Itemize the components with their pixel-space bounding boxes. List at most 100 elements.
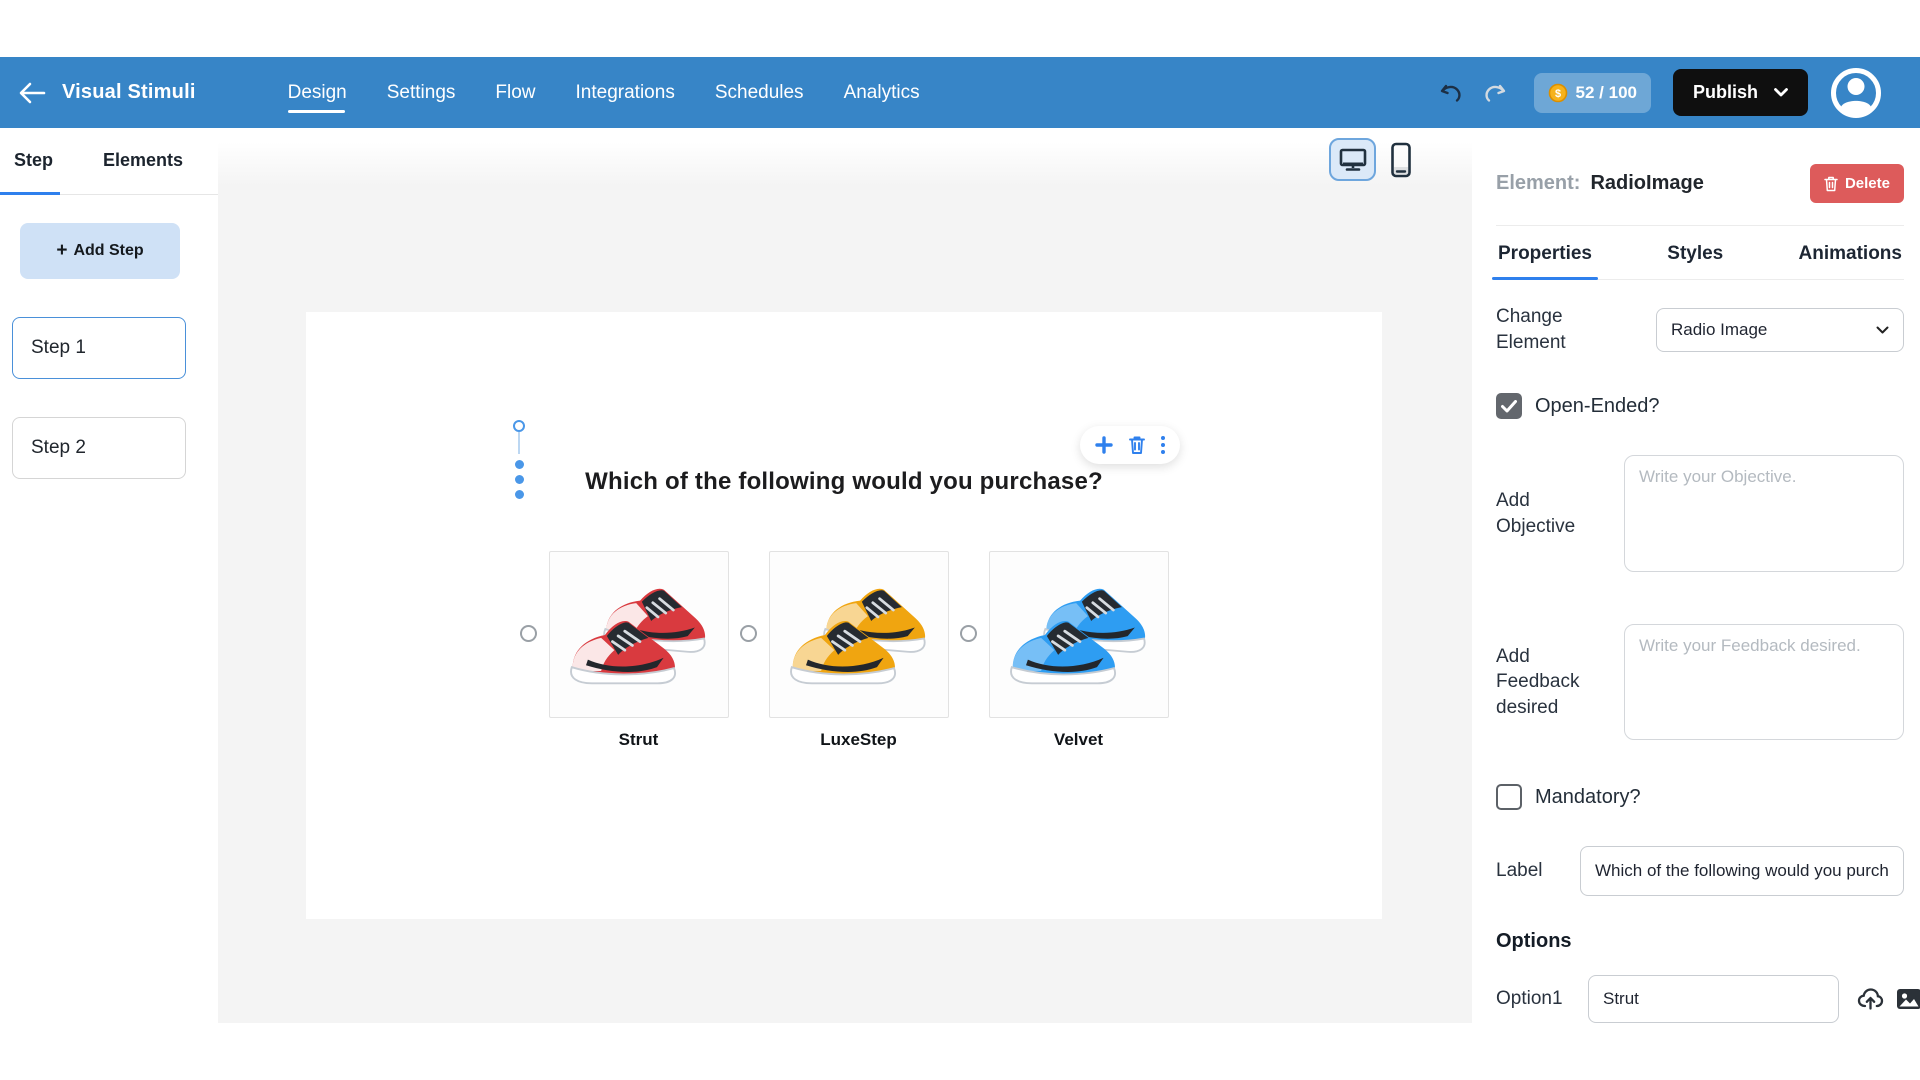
nav-item-integrations[interactable]: Integrations	[576, 82, 675, 104]
delete-button[interactable]: Delete	[1810, 164, 1904, 203]
top-white-strip	[0, 0, 1920, 57]
change-element-dropdown[interactable]: Radio Image	[1656, 308, 1904, 352]
option-label: Velvet	[1054, 730, 1103, 750]
tab-elements[interactable]: Elements	[103, 150, 183, 171]
credits-count: 52 / 100	[1576, 83, 1637, 103]
upload-image-icon[interactable]	[1857, 987, 1884, 1011]
tab-styles[interactable]: Styles	[1667, 243, 1723, 279]
add-objective-label: Add Objective	[1496, 488, 1608, 539]
open-ended-row[interactable]: Open-Ended?	[1496, 393, 1904, 419]
trash-icon	[1824, 176, 1838, 192]
option-group-strut: Strut	[520, 551, 729, 750]
drag-handle-circle	[513, 420, 525, 432]
step-2-label: Step 2	[31, 437, 86, 459]
objective-row: Add Objective	[1496, 455, 1904, 572]
chevron-down-icon	[1876, 326, 1889, 334]
add-element-icon[interactable]	[1095, 436, 1113, 454]
device-preview-toggles	[1329, 138, 1412, 181]
publish-button[interactable]: Publish	[1673, 69, 1808, 116]
panel-tabs: Properties Styles Animations	[1496, 225, 1904, 280]
label-field-label: Label	[1496, 858, 1558, 884]
sneaker-blue-illustration	[1003, 582, 1155, 688]
label-row: Label	[1496, 846, 1904, 896]
plus-icon: +	[56, 240, 67, 262]
option-group-luxestep: LuxeStep	[740, 551, 949, 750]
delete-element-icon[interactable]	[1128, 435, 1146, 455]
radio-button[interactable]	[520, 625, 537, 642]
svg-text:$: $	[1554, 88, 1560, 100]
open-ended-checkbox[interactable]	[1496, 393, 1522, 419]
steps-sidebar: Step Elements + Add Step Step 1 Step 2	[0, 128, 218, 1023]
user-avatar[interactable]	[1830, 67, 1882, 119]
mobile-preview-button[interactable]	[1390, 142, 1412, 178]
mandatory-row[interactable]: Mandatory?	[1496, 784, 1904, 810]
mandatory-label: Mandatory?	[1535, 786, 1641, 809]
question-text[interactable]: Which of the following would you purchas…	[306, 468, 1382, 496]
sidebar-tabs: Step Elements	[0, 128, 218, 195]
step-card-1[interactable]: Step 1	[12, 317, 186, 379]
add-step-label: Add Step	[73, 242, 143, 260]
options-heading: Options	[1496, 930, 1904, 953]
feedback-textarea[interactable]	[1624, 624, 1904, 740]
nav-item-design[interactable]: Design	[288, 82, 347, 104]
option-label: LuxeStep	[820, 730, 897, 750]
credits-badge[interactable]: $ 52 / 100	[1534, 73, 1651, 113]
nav-item-settings[interactable]: Settings	[387, 82, 456, 104]
option-1-icons	[1857, 987, 1920, 1011]
objective-textarea[interactable]	[1624, 455, 1904, 572]
option-1-input[interactable]	[1588, 975, 1839, 1023]
radio-button[interactable]	[740, 625, 757, 642]
coin-icon: $	[1548, 83, 1568, 103]
drag-handle-line	[518, 432, 520, 454]
option-label: Strut	[619, 730, 659, 750]
step-card-2[interactable]: Step 2	[12, 417, 186, 479]
project-title: Visual Stimuli	[62, 81, 196, 104]
tab-step[interactable]: Step	[14, 150, 53, 171]
properties-panel: Element: RadioImage Delete Properties St…	[1472, 128, 1920, 1023]
navbar-right: $ 52 / 100 Publish	[1438, 67, 1882, 119]
nav-item-schedules[interactable]: Schedules	[715, 82, 804, 104]
element-toolbar	[1080, 426, 1180, 464]
sneaker-red-illustration	[563, 582, 715, 688]
option-1-name: Option1	[1496, 988, 1574, 1010]
dropdown-value: Radio Image	[1671, 320, 1767, 340]
add-step-button[interactable]: + Add Step	[20, 223, 180, 279]
more-options-icon[interactable]	[1161, 436, 1165, 454]
radio-button[interactable]	[960, 625, 977, 642]
delete-label: Delete	[1845, 175, 1890, 192]
nav-item-analytics[interactable]: Analytics	[844, 82, 920, 104]
option-image[interactable]	[989, 551, 1169, 718]
nav-item-flow[interactable]: Flow	[495, 82, 535, 104]
tab-properties[interactable]: Properties	[1498, 243, 1592, 279]
step-1-label: Step 1	[31, 337, 86, 359]
design-canvas: Which of the following would you purchas…	[218, 128, 1472, 1023]
mandatory-checkbox[interactable]	[1496, 784, 1522, 810]
panel-header: Element: RadioImage Delete	[1496, 164, 1904, 203]
open-ended-label: Open-Ended?	[1535, 395, 1660, 418]
option-image[interactable]	[549, 551, 729, 718]
undo-icon[interactable]	[1438, 81, 1464, 105]
change-element-label: Change Element	[1496, 304, 1628, 355]
option-group-velvet: Velvet	[960, 551, 1169, 750]
active-tab-underline	[0, 192, 60, 195]
chevron-down-icon	[1774, 88, 1788, 97]
sneaker-yellow-illustration	[783, 582, 935, 688]
question-card: Which of the following would you purchas…	[306, 312, 1382, 919]
redo-icon[interactable]	[1482, 81, 1508, 105]
option-image[interactable]	[769, 551, 949, 718]
change-element-row: Change Element Radio Image	[1496, 304, 1904, 355]
nav-menu: Design Settings Flow Integrations Schedu…	[288, 82, 920, 104]
label-input[interactable]	[1580, 846, 1904, 896]
publish-label: Publish	[1693, 82, 1758, 103]
option-1-row: Option1	[1496, 975, 1904, 1023]
desktop-preview-button[interactable]	[1329, 138, 1376, 181]
add-feedback-label: Add Feedback desired	[1496, 644, 1608, 721]
image-options-row: Strut	[306, 551, 1382, 750]
tab-animations[interactable]: Animations	[1799, 243, 1902, 279]
canvas-top-fade	[218, 128, 1472, 186]
image-icon[interactable]	[1896, 988, 1920, 1010]
top-navbar: Visual Stimuli Design Settings Flow Inte…	[0, 57, 1920, 128]
element-label: Element:	[1496, 172, 1580, 195]
feedback-row: Add Feedback desired	[1496, 624, 1904, 740]
back-arrow-icon[interactable]	[18, 78, 48, 108]
